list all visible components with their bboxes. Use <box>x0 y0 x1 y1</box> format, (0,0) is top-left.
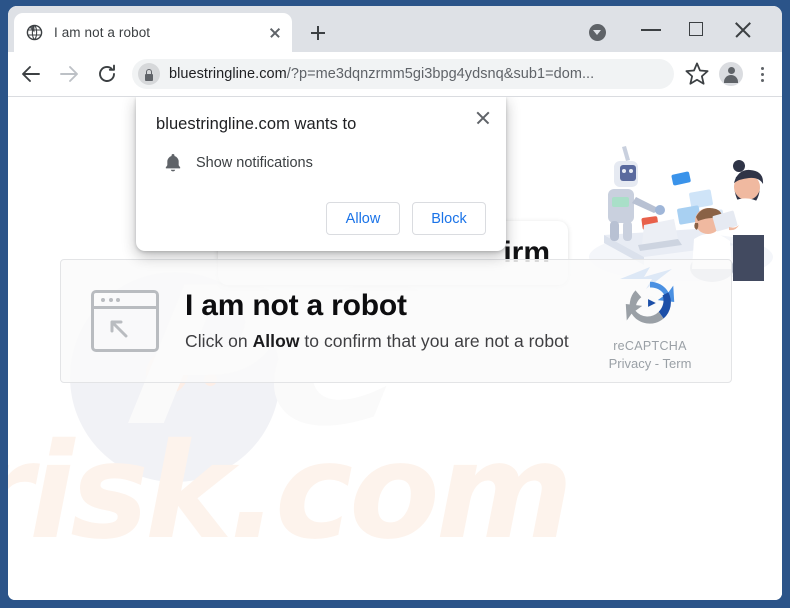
not-a-robot-heading: I am not a robot <box>185 289 407 323</box>
notification-permission-dialog: bluestringline.com wants to Show notific… <box>136 97 506 251</box>
lock-icon[interactable] <box>138 63 160 85</box>
reload-icon <box>99 64 115 82</box>
recaptcha-name: reCAPTCHA <box>613 338 687 353</box>
allow-button[interactable]: Allow <box>326 202 400 235</box>
subtext-suffix: to confirm that you are not a robot <box>299 330 569 351</box>
profile-button[interactable] <box>716 59 746 89</box>
dialog-permission-label: Show notifications <box>196 155 313 171</box>
window-minimize-button[interactable] <box>628 12 674 46</box>
block-button[interactable]: Block <box>412 202 486 235</box>
arrow-right-icon <box>60 66 78 82</box>
browser-window-cursor-icon <box>91 290 159 352</box>
dialog-title: bluestringline.com wants to <box>156 115 357 133</box>
dialog-actions: Allow Block <box>156 202 486 235</box>
account-avatar-icon <box>719 62 743 86</box>
bookmark-star-button[interactable] <box>682 59 712 89</box>
window-maximize-button[interactable] <box>674 12 720 46</box>
tab-close-icon[interactable] <box>266 24 284 42</box>
forward-button[interactable] <box>54 59 84 89</box>
not-a-robot-card: I am not a robot Click on Allow to confi… <box>60 259 732 383</box>
recaptcha-badge: reCAPTCHA Privacy - Term <box>587 272 713 371</box>
window-close-button[interactable] <box>720 12 766 46</box>
browser-window: I am not a robot bluestringline.com/?p=m… <box>0 0 790 608</box>
tab-title: I am not a robot <box>54 25 151 40</box>
tab-i-am-not-a-robot[interactable]: I am not a robot <box>14 13 292 52</box>
download-arrow-icon[interactable] <box>589 24 606 41</box>
recaptcha-terms: Privacy - Term <box>608 355 692 371</box>
watermark-main: risk.com <box>8 415 573 569</box>
dialog-permission-row: Show notifications <box>156 152 486 174</box>
tab-strip: I am not a robot <box>8 6 782 52</box>
address-bar[interactable]: bluestringline.com/?p=me3dqnzrmm5gi3bpg4… <box>132 59 674 89</box>
chrome-menu-button[interactable] <box>750 59 776 89</box>
back-button[interactable] <box>16 59 46 89</box>
arrow-left-icon <box>22 66 40 82</box>
browser-toolbar: bluestringline.com/?p=me3dqnzrmm5gi3bpg4… <box>8 52 782 97</box>
address-bar-text: bluestringline.com/?p=me3dqnzrmm5gi3bpg4… <box>169 66 594 82</box>
page-viewport: PC risk.com <box>8 97 782 600</box>
url-query: /?p=me3dqnzrmm5gi3bpg4ydsnq&sub1=dom... <box>286 66 595 82</box>
dialog-close-icon[interactable] <box>472 107 494 129</box>
subtext-prefix: Click on <box>185 330 253 351</box>
new-tab-button[interactable] <box>304 19 332 47</box>
star-icon <box>685 62 709 85</box>
bell-icon <box>165 154 181 172</box>
recaptcha-logo-icon <box>625 281 675 324</box>
globe-icon <box>26 24 43 41</box>
not-a-robot-subtext: Click on Allow to confirm that you are n… <box>185 331 587 352</box>
browser-window-inner: I am not a robot bluestringline.com/?p=m… <box>8 6 782 600</box>
not-a-robot-text: I am not a robot Click on Allow to confi… <box>185 290 587 352</box>
subtext-allow-emphasis: Allow <box>252 330 300 351</box>
reload-button[interactable] <box>92 59 122 89</box>
url-domain: bluestringline.com <box>169 66 287 82</box>
